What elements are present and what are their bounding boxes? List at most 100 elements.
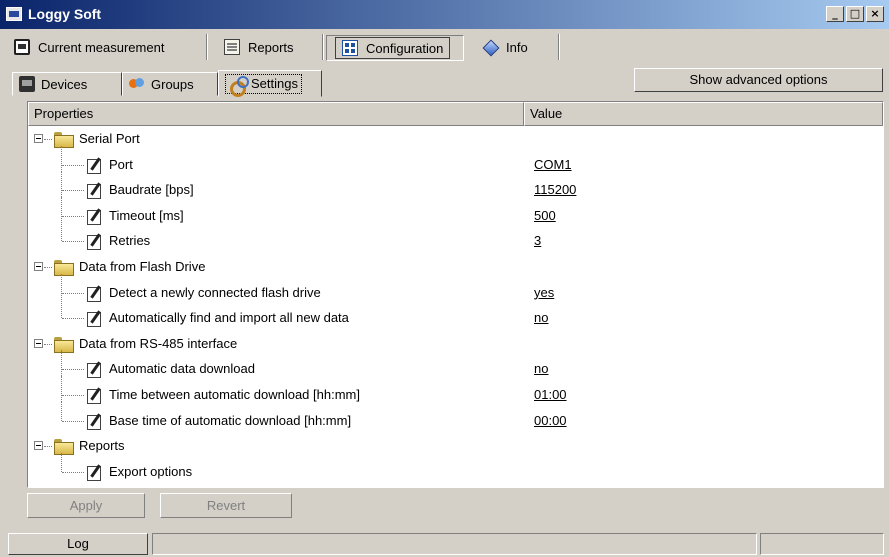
edit-property-icon (86, 413, 104, 430)
tab-configuration[interactable]: Configuration (326, 35, 464, 61)
collapse-toggle-icon[interactable] (34, 338, 43, 348)
property-value[interactable]: COM1 (534, 157, 572, 172)
apply-button[interactable]: Apply (27, 493, 145, 518)
column-header-properties[interactable]: Properties (28, 102, 524, 126)
tree-line (44, 446, 52, 448)
tab-label: Configuration (366, 40, 444, 56)
property-group-row[interactable]: Data from RS-485 interface (28, 331, 883, 357)
tree-line (62, 164, 84, 166)
tab-info[interactable]: Info (474, 32, 560, 62)
column-header-value[interactable]: Value (524, 102, 883, 126)
folder-icon (54, 132, 74, 148)
tree-line (62, 471, 84, 473)
property-value[interactable]: no (534, 361, 548, 376)
edit-property-icon (86, 157, 104, 174)
settings-icon (229, 75, 249, 97)
property-row[interactable]: Port COM1 (28, 145, 883, 178)
show-advanced-options-button[interactable]: Show advanced options (634, 68, 883, 92)
tree-line (44, 343, 52, 345)
tree-line (62, 395, 84, 396)
configuration-icon (342, 40, 358, 56)
property-group-row[interactable]: Reports (28, 433, 883, 459)
property-group-row[interactable]: Data from Flash Drive (28, 254, 883, 280)
tab-separator (206, 34, 208, 60)
tree-line (61, 196, 62, 223)
device-icon (19, 76, 35, 92)
tab-label: Reports (248, 39, 294, 55)
tab-separator (322, 34, 324, 60)
property-row[interactable]: Baudrate [bps] 115200 (28, 171, 883, 203)
status-bar: Log (0, 528, 889, 557)
property-label: Detect a newly connected flash drive (109, 284, 321, 300)
property-value[interactable]: 3 (534, 233, 541, 248)
edit-property-icon (86, 208, 104, 225)
property-label: Export options (109, 463, 193, 479)
maximize-button[interactable]: □ (846, 6, 864, 22)
tab-label: Info (506, 39, 528, 55)
property-row[interactable]: Timeout [ms] 500 (28, 196, 883, 229)
property-grid: Properties Value Serial Port Port COM1 Baud… (27, 101, 884, 488)
edit-property-icon (86, 233, 104, 251)
tab-groups[interactable]: Groups (122, 72, 218, 96)
title-bar: Loggy Soft _ □ × (0, 0, 889, 29)
property-label: Port (109, 156, 133, 172)
property-row[interactable]: Retries 3 (28, 222, 883, 254)
tree-line (62, 215, 84, 217)
property-label: Automatic data download (109, 361, 255, 377)
minimize-button[interactable]: _ (826, 6, 844, 22)
monitor-icon (14, 39, 30, 55)
tree-line (62, 420, 84, 422)
property-value[interactable]: no (534, 310, 548, 325)
tab-label: Settings (251, 76, 298, 91)
tree-line (61, 299, 62, 319)
revert-button[interactable]: Revert (160, 493, 292, 518)
property-group-row[interactable]: Serial Port (28, 126, 883, 152)
window-title: Loggy Soft (28, 6, 102, 22)
property-label: Timeout [ms] (109, 207, 184, 223)
folder-icon (54, 260, 74, 276)
tree-line (62, 318, 84, 320)
edit-property-icon (86, 310, 104, 328)
tree-line (61, 222, 62, 242)
collapse-toggle-icon[interactable] (34, 262, 43, 271)
property-row[interactable]: Base time of automatic download [hh:mm] 0… (28, 401, 883, 434)
property-value[interactable]: 115200 (534, 182, 576, 197)
edit-property-icon (86, 464, 104, 481)
tab-label: Groups (151, 76, 194, 92)
collapse-toggle-icon[interactable] (34, 134, 43, 143)
log-button[interactable]: Log (8, 533, 148, 555)
folder-icon (54, 336, 74, 353)
tree-line (44, 267, 52, 268)
property-value[interactable]: yes (534, 285, 554, 300)
tree-line (61, 350, 62, 377)
property-label: Base time of automatic download [hh:mm] (109, 412, 352, 428)
property-row[interactable]: Detect a newly connected flash drive yes (28, 273, 883, 306)
tab-reports[interactable]: Reports (216, 32, 324, 62)
tree-line (44, 139, 52, 140)
tree-line (61, 401, 62, 421)
property-value[interactable]: 01:00 (534, 387, 567, 402)
property-row[interactable]: Export options (28, 452, 883, 485)
tab-settings[interactable]: Settings (218, 70, 322, 97)
edit-property-icon (86, 361, 104, 379)
tab-separator (558, 34, 560, 60)
group-label: Serial Port (79, 131, 140, 146)
property-label: Retries (109, 233, 151, 249)
groups-icon (129, 76, 145, 92)
tab-devices[interactable]: Devices (12, 72, 122, 96)
property-row[interactable]: Automatic data download no (28, 350, 883, 382)
status-panel-main (152, 533, 757, 555)
collapse-toggle-icon[interactable] (34, 441, 43, 451)
close-button[interactable]: × (866, 6, 884, 22)
tab-label: Devices (41, 76, 88, 92)
report-icon (224, 39, 240, 55)
edit-property-icon (86, 387, 104, 404)
tab-current-measurement[interactable]: Current measurement (6, 32, 208, 62)
tree-line (62, 369, 84, 371)
edit-property-icon (86, 182, 104, 200)
property-value[interactable]: 500 (534, 208, 556, 223)
property-value[interactable]: 00:00 (534, 413, 567, 428)
property-label: Baudrate [bps] (109, 182, 194, 198)
property-row[interactable]: Time between automatic download [hh:mm] 0… (28, 376, 883, 408)
property-row[interactable]: Automatically find and import all new da… (28, 299, 883, 331)
